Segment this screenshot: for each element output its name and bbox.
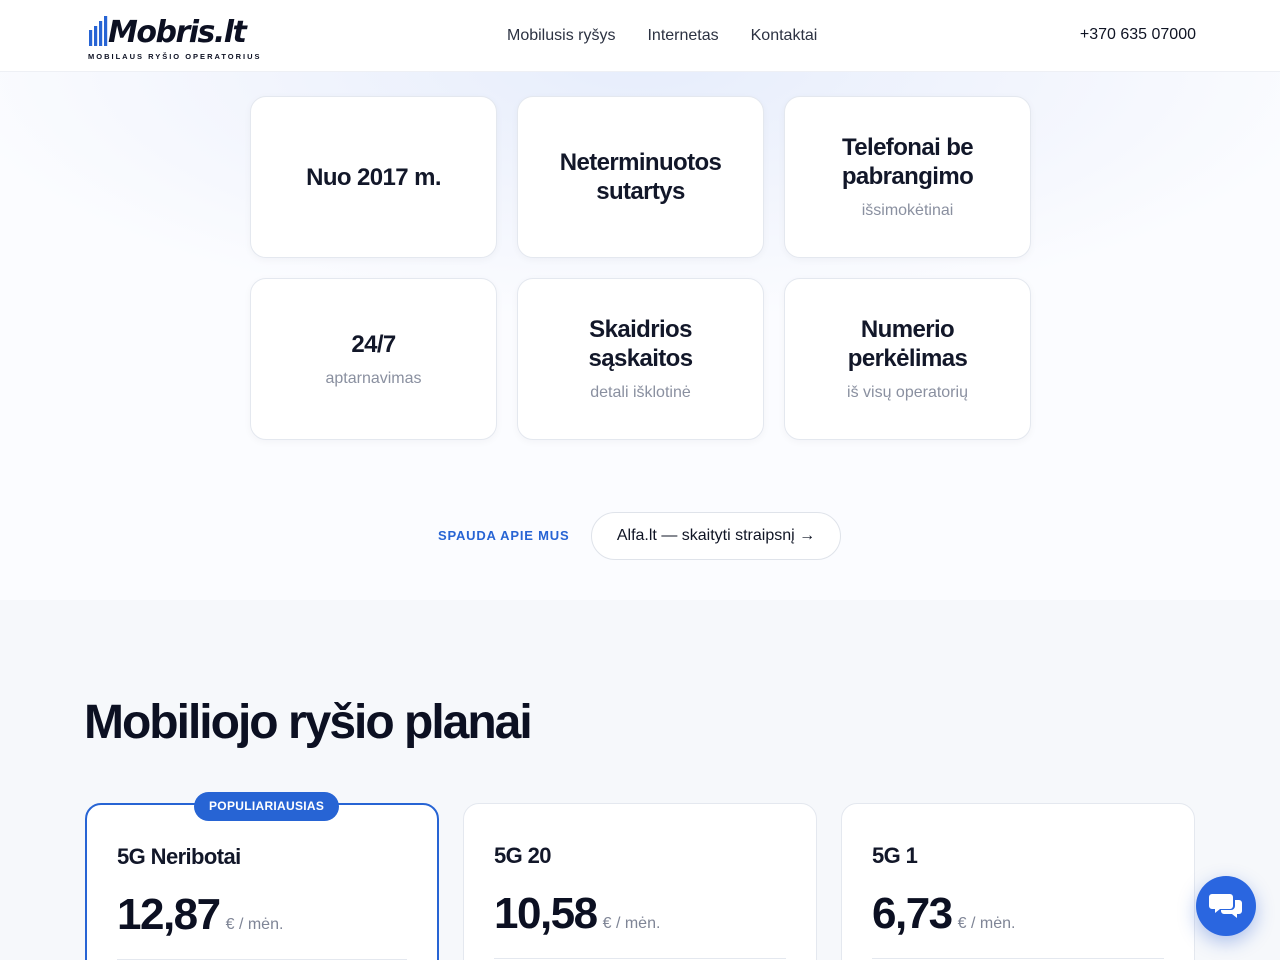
plans-title: Mobiliojo ryšio planai [84,696,533,749]
feature-title: Telefonai be pabrangimo [841,134,974,190]
feature-card: Skaidrios sąskaitos detali išklotinė [517,278,764,440]
plan-name: 5G 20 [494,843,552,868]
plan-price: 10,58 € / mėn. [494,888,660,940]
plan-card[interactable]: POPULIARIAUSIAS 5G Neribotai 12,87 € / m… [85,792,439,960]
feature-title: Skaidrios sąskaitos [588,316,693,372]
nav-item-internetas[interactable]: Internetas [647,26,718,46]
plan-price-unit: € / mėn. [225,916,284,933]
plan-divider [494,958,786,959]
logo-wordmark: Mobris.lt [108,15,247,50]
plan-price-unit: € / mėn. [957,915,1016,932]
feature-card: Telefonai be pabrangimo išsimokėtinai [784,96,1031,258]
feature-card: 24/7 aptarnavimas [250,278,497,440]
features-grid: Nuo 2017 m. Neterminuotos sutartys Telef… [250,96,1031,440]
plan-name: 5G Neribotai [117,844,241,869]
feature-subtitle: iš visų operatorių [847,384,968,401]
plan-price-value: 10,58 [494,889,598,938]
feature-subtitle: aptarnavimas [325,369,422,387]
plan-card[interactable]: 5G 1 6,73 € / mėn. [841,803,1195,960]
site-header: Mobris.lt MOBILAUS RYŠIO OPERATORIUS Mob… [0,0,1280,72]
feature-subtitle: išsimokėtinai [861,202,954,219]
feature-title: 24/7 [351,330,396,358]
plan-price-value: 12,87 [117,890,221,939]
feature-title: Nuo 2017 m. [306,163,441,191]
plan-price-unit: € / mėn. [602,915,661,932]
plan-card[interactable]: 5G 20 10,58 € / mėn. [463,803,817,960]
chat-button[interactable] [1196,876,1256,936]
feature-title: Numerio perkėlimas [847,316,968,372]
main-nav: Mobilusis ryšys Internetas Kontaktai [507,26,817,46]
feature-subtitle: detali išklotinė [590,384,691,401]
plan-price: 6,73 € / mėn. [872,888,1015,940]
plan-divider [872,958,1164,959]
nav-item-mobilusis-rysys[interactable]: Mobilusis ryšys [507,26,615,46]
press-label: SPAUDA APIE MUS [438,528,570,543]
popular-badge: POPULIARIAUSIAS [194,792,340,821]
chat-bubbles-icon [1209,894,1242,918]
logo-tagline: MOBILAUS RYŠIO OPERATORIUS [88,52,262,61]
plan-name: 5G 1 [872,843,918,868]
logo[interactable]: Mobris.lt MOBILAUS RYŠIO OPERATORIUS [88,15,263,62]
plan-price-value: 6,73 [872,889,953,938]
phone-link[interactable]: +370 635 07000 [1080,25,1196,45]
feature-card: Nuo 2017 m. [250,96,497,258]
press-article-button[interactable]: Alfa.lt — skaityti straipsnį → [591,512,841,560]
plan-price: 12,87 € / mėn. [117,889,283,941]
feature-card: Numerio perkėlimas iš visų operatorių [784,278,1031,440]
feature-title: Neterminuotos sutartys [559,149,722,205]
nav-item-kontaktai[interactable]: Kontaktai [751,26,818,46]
feature-card: Neterminuotos sutartys [517,96,764,258]
